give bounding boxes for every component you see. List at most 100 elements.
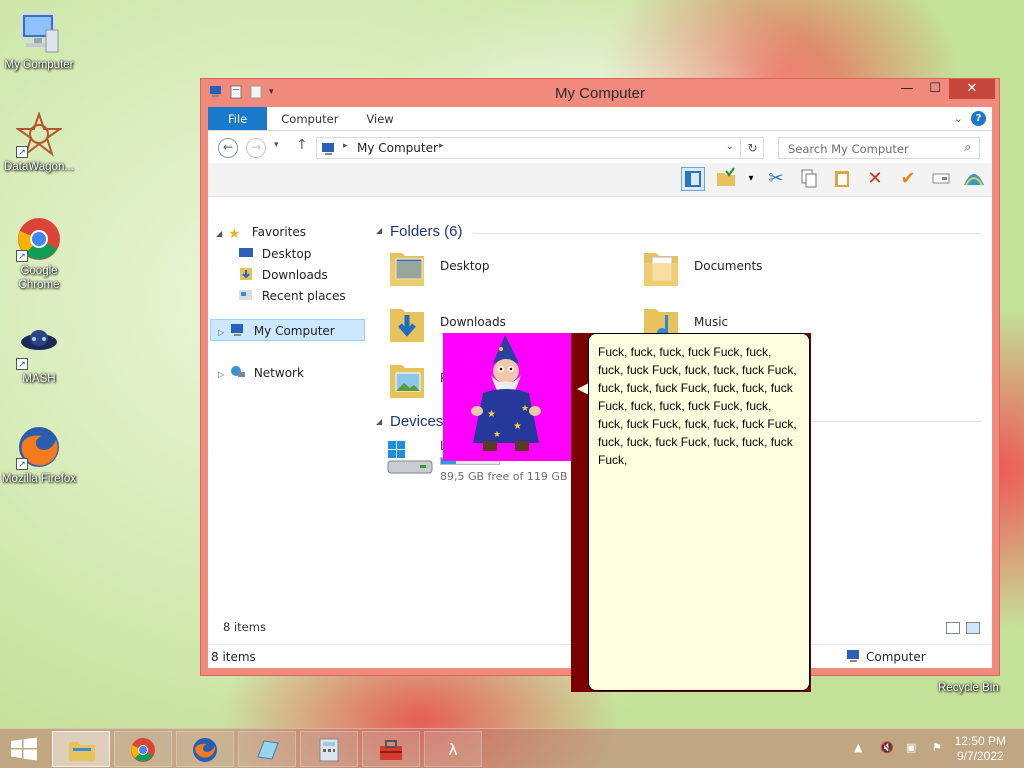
tab-computer[interactable]: Computer bbox=[267, 107, 352, 130]
folder-desktop-icon[interactable] bbox=[388, 245, 426, 289]
preview-pane-icon[interactable] bbox=[681, 167, 705, 191]
minimize-button[interactable]: — bbox=[893, 79, 921, 99]
recycle-bin-label[interactable]: Recycle Bin bbox=[938, 682, 999, 694]
search-icon[interactable]: ⌕ bbox=[964, 140, 971, 155]
close-button[interactable]: ✕ bbox=[949, 79, 995, 99]
clock-date: 9/7/2022 bbox=[956, 749, 1004, 763]
taskbar-firefox[interactable] bbox=[176, 731, 234, 767]
svg-text:★: ★ bbox=[487, 409, 496, 420]
back-button[interactable]: ← bbox=[218, 138, 238, 158]
status-items: 8 items bbox=[211, 650, 256, 664]
copy-icon[interactable] bbox=[797, 167, 821, 191]
mash-icon: ↗ bbox=[16, 324, 62, 370]
chevron-down-icon[interactable]: ▾ bbox=[747, 167, 755, 191]
folder-label[interactable]: Music bbox=[694, 315, 728, 329]
paste-icon[interactable] bbox=[830, 167, 854, 191]
expand-arrow-icon[interactable]: ▷ bbox=[218, 370, 224, 379]
collapse-arrow-icon[interactable]: ◢ bbox=[376, 417, 382, 426]
taskbar-notepad[interactable] bbox=[238, 731, 296, 767]
large-icons-view-icon[interactable] bbox=[966, 622, 980, 634]
chevron-down-icon[interactable]: ⌄ bbox=[726, 141, 734, 152]
recent-locations-icon[interactable]: ▾ bbox=[274, 140, 279, 150]
checkmark-icon[interactable]: ✔ bbox=[896, 167, 920, 191]
nav-network[interactable]: ▷ Network bbox=[218, 365, 304, 380]
refresh-button[interactable]: ↻ bbox=[742, 137, 764, 159]
expand-arrow-icon[interactable]: ▷ bbox=[218, 328, 224, 337]
downloads-icon bbox=[238, 267, 254, 281]
clock[interactable]: 12:50 PM 9/7/2022 bbox=[955, 734, 1006, 764]
toolbox-icon bbox=[378, 737, 404, 763]
wizard-agent[interactable]: ★ ★ ★ ★ bbox=[443, 333, 571, 461]
desktop-icon-mash[interactable]: ↗ MASH bbox=[0, 324, 78, 386]
volume-muted-icon[interactable]: 🔇 bbox=[880, 741, 894, 755]
folder-label[interactable]: Downloads bbox=[440, 315, 506, 329]
nav-downloads[interactable]: Downloads bbox=[238, 267, 328, 282]
lambda-icon: λ bbox=[448, 740, 458, 759]
help-icon[interactable]: ? bbox=[971, 111, 986, 126]
taskbar-calculator[interactable] bbox=[300, 731, 358, 767]
navigation-pane: ◢ ★ Favorites Desktop Downloads Recent p… bbox=[208, 221, 366, 620]
nav-my-computer[interactable]: ▷ My Computer bbox=[218, 323, 335, 338]
nav-recent-places[interactable]: Recent places bbox=[238, 288, 346, 303]
desktop-icon-label: Mozilla Firefox bbox=[1, 473, 77, 485]
taskbar-lambda-app[interactable]: λ bbox=[424, 731, 482, 767]
breadcrumb-separator-icon: ▸ bbox=[343, 141, 348, 151]
taskbar-file-explorer[interactable] bbox=[52, 731, 110, 767]
firefox-icon: ↗ bbox=[16, 424, 62, 470]
command-toolbar: ▾ ✂ ✕ ✔ bbox=[208, 163, 992, 197]
folder-label[interactable]: Documents bbox=[694, 259, 762, 273]
nav-favorites[interactable]: ◢ ★ Favorites bbox=[216, 225, 306, 241]
show-hidden-icons-icon[interactable]: ▲ bbox=[854, 741, 868, 755]
folder-label[interactable]: Desktop bbox=[440, 259, 490, 273]
details-view-icon[interactable] bbox=[946, 622, 960, 634]
devices-header[interactable]: Devices bbox=[390, 413, 443, 430]
collapse-arrow-icon[interactable]: ◢ bbox=[376, 226, 382, 235]
svg-text:★: ★ bbox=[493, 430, 501, 440]
local-disk-icon[interactable] bbox=[386, 439, 436, 483]
calculator-icon bbox=[316, 737, 342, 763]
firefox-icon bbox=[192, 737, 218, 763]
desktop-icon-google-chrome[interactable]: ↗ Google Chrome bbox=[0, 216, 78, 292]
folder-documents-icon[interactable] bbox=[642, 245, 680, 289]
taskbar-chrome[interactable] bbox=[114, 731, 172, 767]
section-divider bbox=[473, 233, 982, 234]
datawagon-icon: ↗ bbox=[14, 110, 64, 158]
folder-options-icon[interactable] bbox=[714, 167, 738, 191]
clock-time: 12:50 PM bbox=[954, 734, 1006, 748]
expand-ribbon-icon[interactable]: ⌄ bbox=[954, 112, 963, 125]
folder-pictures-icon[interactable] bbox=[388, 357, 426, 401]
items-count: 8 items bbox=[223, 620, 266, 634]
nav-desktop[interactable]: Desktop bbox=[238, 246, 311, 261]
breadcrumb-separator-icon: ▸ bbox=[439, 141, 444, 151]
folders-header[interactable]: Folders (6) bbox=[390, 223, 463, 240]
network-status-icon[interactable]: ▣ bbox=[906, 741, 920, 755]
rename-icon[interactable] bbox=[929, 167, 953, 191]
action-center-flag-icon[interactable]: ⚑ bbox=[932, 741, 946, 755]
delete-icon[interactable]: ✕ bbox=[863, 167, 887, 191]
shell-icon[interactable] bbox=[962, 167, 986, 191]
tab-file[interactable]: File bbox=[208, 107, 268, 130]
tab-view[interactable]: View bbox=[352, 107, 407, 130]
expand-arrow-icon[interactable]: ◢ bbox=[216, 229, 222, 238]
speech-balloon: Fuck, fuck, fuck, fuck Fuck, fuck, fuck,… bbox=[588, 333, 810, 691]
up-button[interactable]: ↑ bbox=[296, 137, 308, 153]
start-button[interactable] bbox=[10, 737, 38, 761]
desktop-icon-datawagon[interactable]: ↗ DataWagon... bbox=[0, 110, 78, 174]
taskbar-toolbox[interactable] bbox=[362, 731, 420, 767]
desktop-icon-my-computer[interactable]: My Computer bbox=[0, 10, 78, 72]
breadcrumb-my-computer[interactable]: My Computer bbox=[357, 141, 438, 155]
desktop-icon-label: MASH bbox=[22, 373, 56, 385]
cut-icon[interactable]: ✂ bbox=[764, 167, 788, 191]
title-bar[interactable]: ▾ My Computer — ☐ ✕ bbox=[201, 79, 999, 107]
search-input[interactable]: Search My Computer ⌕ bbox=[778, 137, 980, 159]
desktop-icon-mozilla-firefox[interactable]: ↗ Mozilla Firefox bbox=[0, 424, 78, 486]
address-bar[interactable]: ▸ My Computer ▸ ⌄ bbox=[316, 137, 741, 159]
recent-places-icon bbox=[238, 288, 254, 302]
wizard-icon: ★ ★ ★ ★ bbox=[471, 335, 541, 451]
maximize-button[interactable]: ☐ bbox=[921, 79, 949, 99]
computer-icon bbox=[846, 649, 862, 666]
address-row: ← → ▾ ↑ ▸ My Computer ▸ ⌄ ↻ Search My Co… bbox=[208, 131, 992, 163]
system-tray: ▲ 🔇 ▣ ⚑ bbox=[854, 741, 946, 755]
forward-button[interactable]: → bbox=[246, 138, 266, 158]
folder-downloads-icon[interactable] bbox=[388, 301, 426, 345]
